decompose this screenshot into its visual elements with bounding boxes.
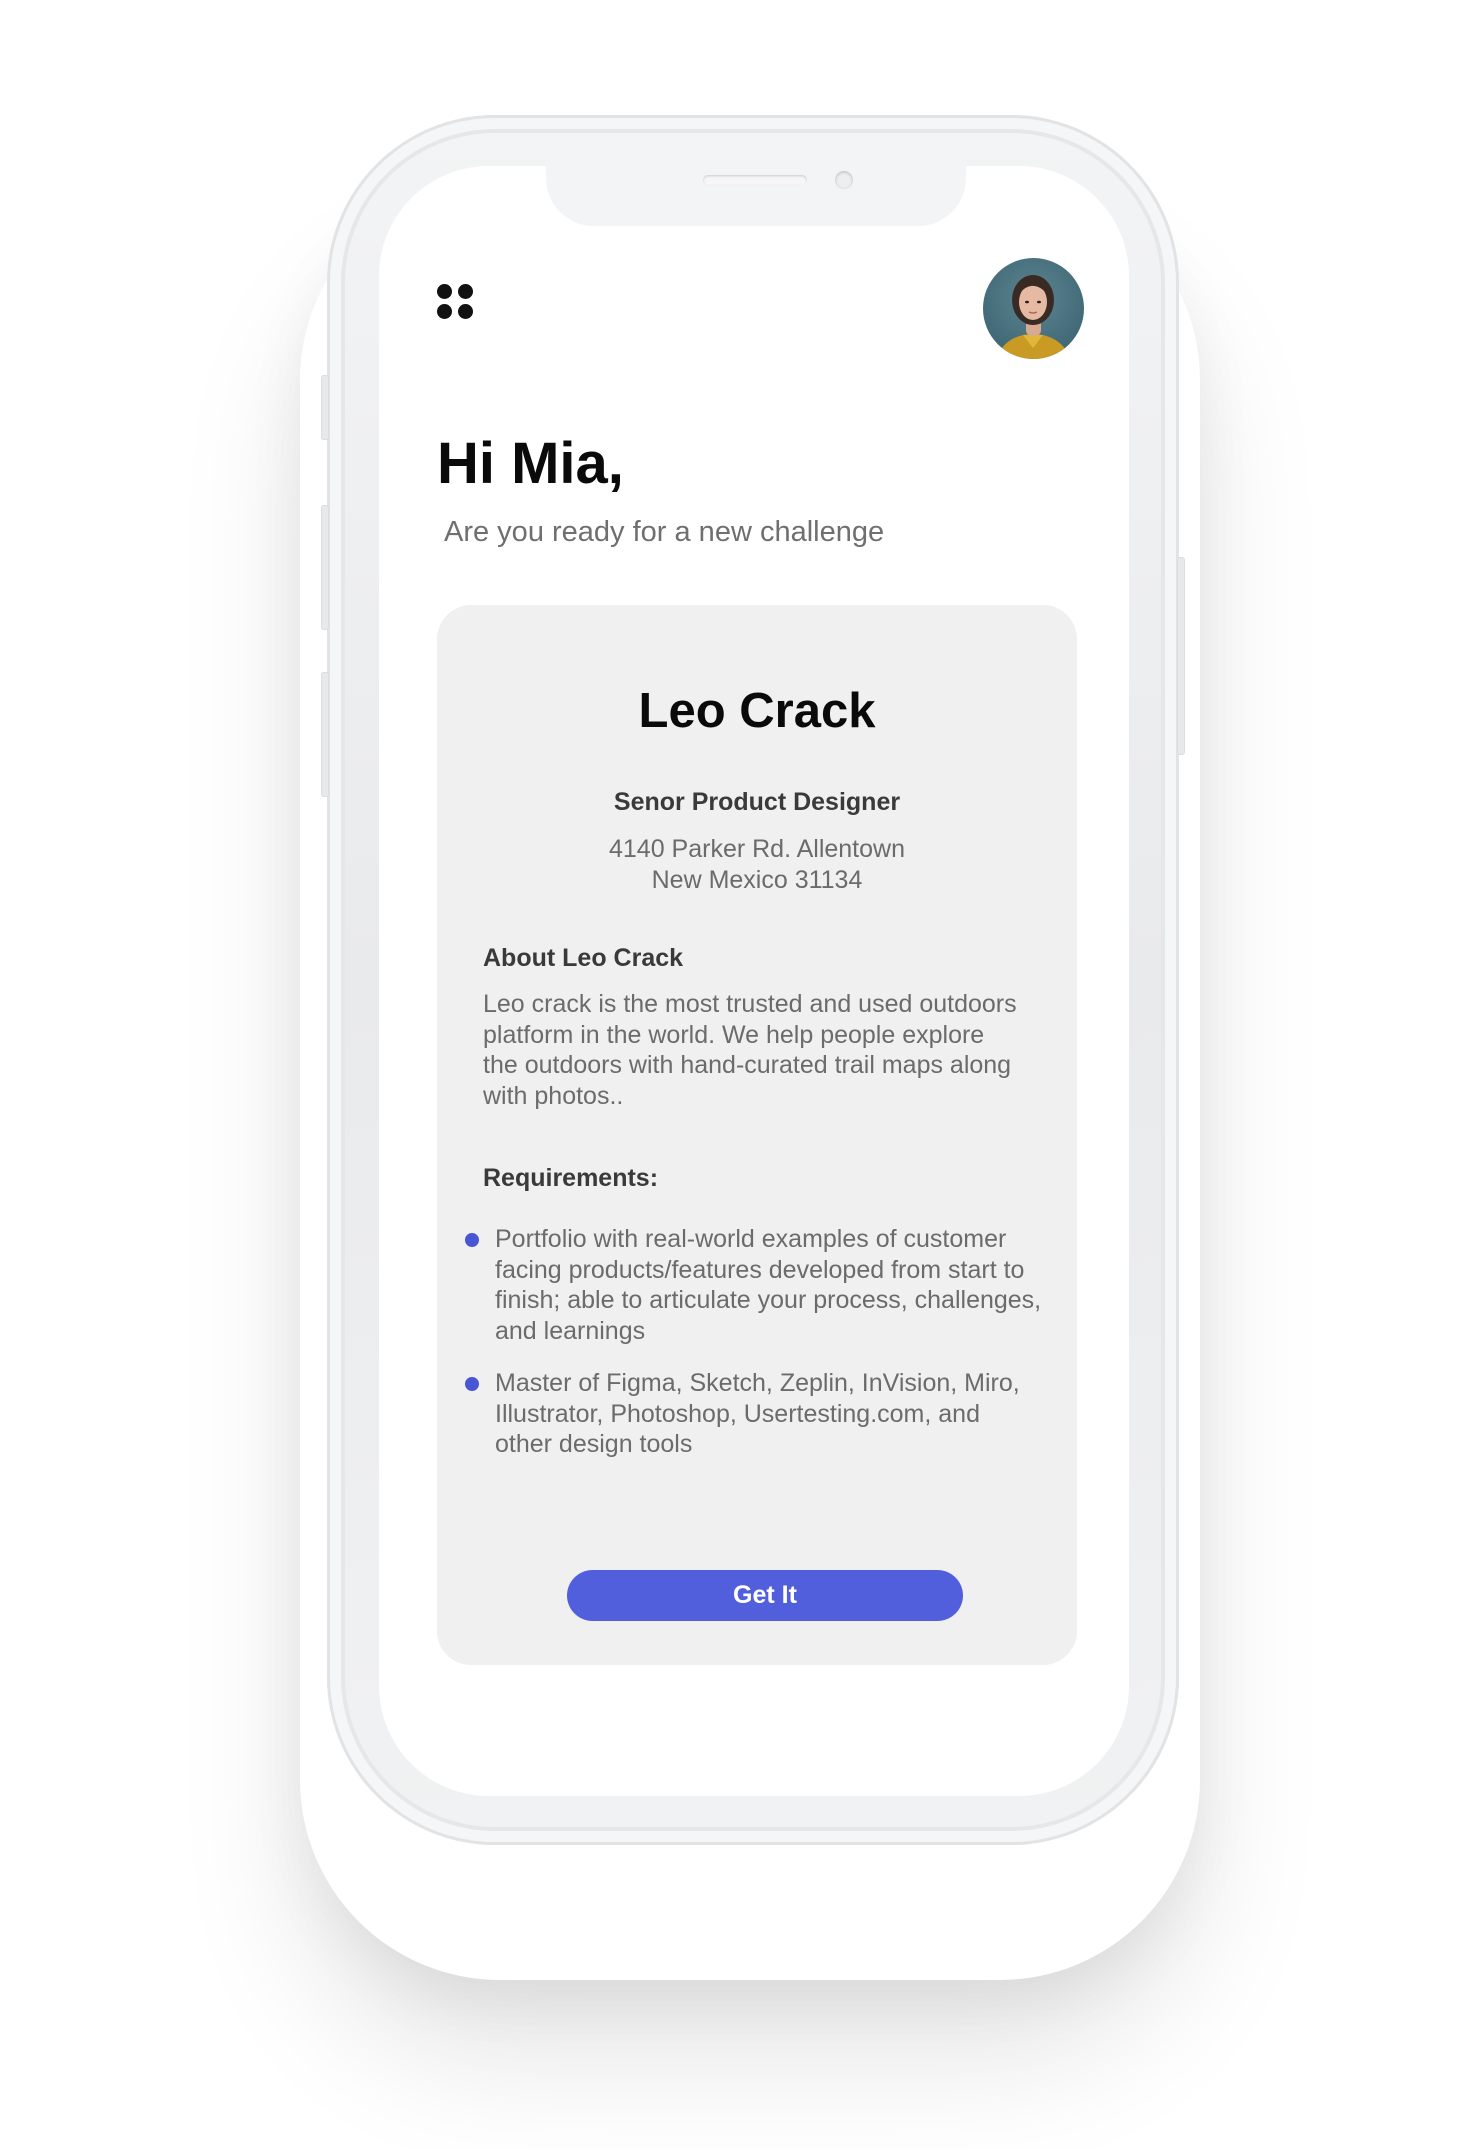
front-camera	[835, 171, 853, 189]
address-line-2: New Mexico 31134	[651, 866, 863, 894]
job-role: Senor Product Designer	[613, 788, 901, 816]
volume-up-button	[321, 505, 329, 630]
address-line-1: 4140 Parker Rd. Allentown	[608, 835, 905, 863]
menu-dot	[458, 284, 473, 299]
power-button	[1177, 557, 1185, 755]
mockup-stage: Hi Mia, Are you ready for a new challeng…	[0, 0, 1484, 2150]
company-name: Leo Crack	[638, 684, 876, 738]
requirement-text: Portfolio with real-world examples of cu…	[495, 1225, 1042, 1345]
bullet-dot-icon	[465, 1377, 479, 1391]
requirements-list: Portfolio with real-world examples of cu…	[463, 1224, 1043, 1482]
speaker-grille	[703, 175, 807, 185]
avatar-portrait-icon	[983, 258, 1084, 359]
requirement-text: Master of Figma, Sketch, Zeplin, InVisio…	[495, 1369, 1020, 1458]
about-text: Leo crack is the most trusted and used o…	[483, 990, 1017, 1110]
user-avatar[interactable]	[983, 258, 1084, 359]
about-heading: About Leo Crack	[483, 944, 684, 972]
get-it-button[interactable]: Get It	[567, 1570, 963, 1621]
phone-notch	[546, 160, 966, 226]
job-card	[437, 605, 1077, 1665]
list-item: Portfolio with real-world examples of cu…	[463, 1224, 1043, 1346]
volume-down-button	[321, 672, 329, 797]
list-item: Master of Figma, Sketch, Zeplin, InVisio…	[463, 1368, 1043, 1460]
company-address: 4140 Parker Rd. Allentown New Mexico 311…	[437, 834, 1077, 896]
menu-dot	[437, 284, 452, 299]
menu-dot	[437, 304, 452, 319]
greeting-title: Hi Mia,	[437, 431, 624, 496]
grid-dots-icon[interactable]	[437, 284, 475, 322]
requirements-heading: Requirements:	[483, 1164, 659, 1192]
greeting-subtitle: Are you ready for a new challenge	[444, 516, 885, 548]
bullet-dot-icon	[465, 1233, 479, 1247]
menu-dot	[458, 304, 473, 319]
silent-switch	[321, 375, 329, 440]
